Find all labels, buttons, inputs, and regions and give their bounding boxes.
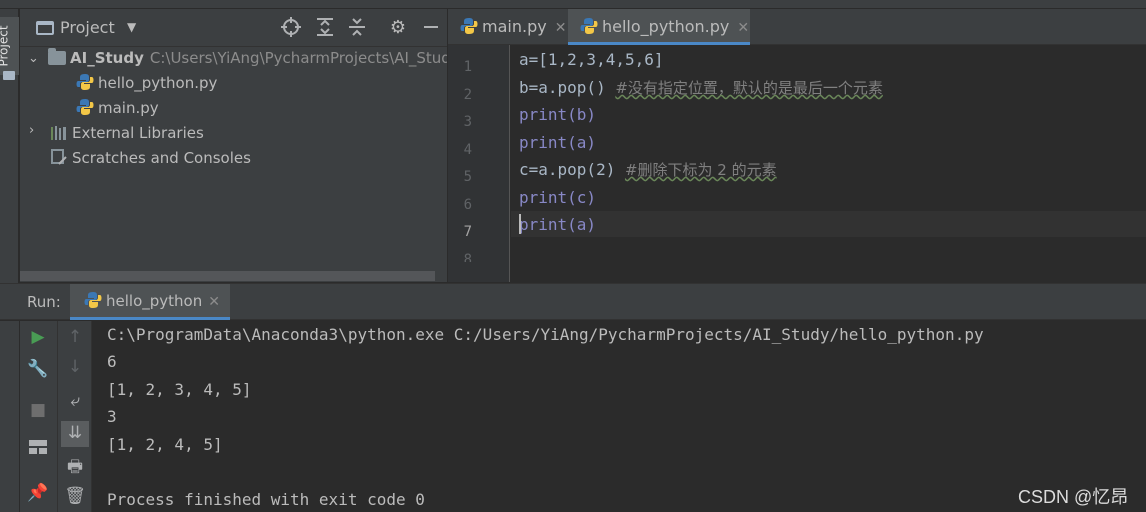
line-number: 7	[463, 224, 472, 240]
close-icon[interactable]: ✕	[208, 294, 220, 310]
run-tab-label: hello_python	[106, 292, 203, 310]
tree-file[interactable]: main.py	[76, 96, 159, 120]
run-header: Run: hello_python ✕	[0, 284, 1146, 320]
run-label: Run:	[27, 293, 61, 311]
chevron-down-icon[interactable]: ⌄	[28, 51, 39, 66]
root-folder-path: C:\Users\YiAng\PycharmProjects\AI_Study	[149, 49, 447, 67]
console-line: [1, 2, 3, 4, 5]	[107, 380, 252, 399]
code-text: print(c)	[519, 188, 597, 207]
project-panel: Project ▼ ⚙ ⌄ AI_Study C:\Users\YiAng\Pyc…	[20, 9, 447, 282]
code-line-6[interactable]: print(c)	[519, 185, 596, 211]
line-number: 1	[463, 59, 472, 75]
play-icon[interactable]: ▶	[26, 325, 50, 349]
run-toolbar-secondary: ↑ ↓ ⤶ ⇊ 🖶 🗑	[58, 321, 92, 512]
pin-icon[interactable]: 📌	[26, 481, 50, 505]
python-file-icon	[460, 18, 478, 34]
hide-panel-icon[interactable]	[420, 17, 442, 39]
folder-icon	[3, 71, 15, 80]
editor-area: main.py ✕ hello_python.py ✕ 1 2 3 4 5 6 7 …	[448, 9, 1146, 282]
project-tool-tab-label: Project	[0, 25, 11, 67]
text-caret	[519, 214, 521, 234]
console-line: 3	[107, 407, 117, 426]
arrow-up-icon[interactable]: ↑	[63, 325, 87, 349]
code-text: print(a)	[519, 215, 597, 234]
tree-root-folder[interactable]: AI_Study C:\Users\YiAng\PycharmProjects\A…	[48, 46, 447, 70]
library-icon	[51, 126, 66, 140]
chevron-down-icon[interactable]: ▼	[127, 20, 136, 34]
gear-icon[interactable]: ⚙	[387, 17, 409, 39]
line-number-gutter: 1 2 3 4 5 6 7 8	[448, 45, 510, 282]
expand-all-icon[interactable]	[314, 17, 336, 39]
tab-main-py[interactable]: main.py ✕	[448, 9, 568, 45]
code-line-1[interactable]: a=[1,2,3,4,5,6]	[519, 47, 664, 73]
horizontal-scrollbar[interactable]	[20, 271, 435, 281]
soft-wrap-icon[interactable]: ⤶	[63, 389, 87, 413]
code-comment: #没有指定位置，默认的是最后一个元素	[615, 79, 883, 97]
tab-label: main.py	[482, 17, 547, 36]
locate-icon[interactable]	[280, 17, 302, 39]
console-line: Process finished with exit code 0	[107, 490, 425, 509]
scratches-icon	[51, 149, 67, 165]
run-toolbar-primary: ▶ 🔧 ■ 📌	[20, 321, 58, 512]
line-number: 6	[463, 197, 472, 213]
folder-icon	[48, 48, 66, 65]
run-config-tab[interactable]: hello_python ✕	[70, 284, 230, 320]
python-file-icon	[76, 99, 94, 115]
python-file-icon	[84, 292, 102, 308]
chevron-right-icon[interactable]: ›	[29, 123, 34, 138]
scratches-label: Scratches and Consoles	[72, 149, 251, 167]
tree-file[interactable]: hello_python.py	[76, 71, 217, 95]
code-text: a=[1,2,3,4,5,6]	[519, 50, 664, 69]
wrench-icon[interactable]: 🔧	[26, 357, 50, 381]
line-number: 4	[463, 142, 472, 158]
code-line-7[interactable]: print(a)	[519, 212, 596, 238]
code-comment: #删除下标为 2 的元素	[624, 161, 777, 179]
arrow-down-icon[interactable]: ↓	[63, 355, 87, 379]
code-text: print(b)	[519, 105, 597, 124]
tree-file-label: main.py	[98, 99, 159, 117]
layout-icon[interactable]	[26, 437, 50, 461]
tab-hello-python-py[interactable]: hello_python.py ✕	[568, 9, 750, 45]
editor-tab-bar: main.py ✕ hello_python.py ✕	[448, 9, 1146, 45]
project-window-icon	[36, 21, 54, 35]
close-icon[interactable]: ✕	[737, 20, 749, 36]
code-text: b=a.pop()	[519, 78, 616, 97]
current-line-highlight	[511, 211, 1146, 237]
console-line: [1, 2, 4, 5]	[107, 435, 223, 454]
title-strip	[0, 0, 1146, 9]
watermark: CSDN @忆昂	[1018, 487, 1129, 507]
python-file-icon	[76, 74, 94, 90]
code-line-3[interactable]: print(b)	[519, 102, 596, 128]
project-panel-header: Project ▼ ⚙	[20, 9, 447, 47]
tab-label: hello_python.py	[602, 17, 730, 36]
trash-icon[interactable]: 🗑	[63, 484, 87, 508]
code-line-2[interactable]: b=a.pop() #没有指定位置，默认的是最后一个元素	[519, 75, 883, 101]
tree-scratches[interactable]: Scratches and Consoles	[50, 146, 251, 170]
console-line: 6	[107, 352, 117, 371]
close-icon[interactable]: ✕	[555, 20, 567, 36]
line-number: 5	[463, 169, 472, 185]
left-tool-strip: Project	[0, 9, 19, 289]
line-number: 3	[463, 114, 472, 130]
line-number: 2	[463, 87, 472, 103]
stop-icon[interactable]: ■	[26, 398, 50, 422]
tree-external-libraries[interactable]: External Libraries	[50, 121, 204, 145]
external-libraries-label: External Libraries	[72, 124, 204, 142]
scroll-to-end-icon[interactable]: ⇊	[61, 421, 89, 447]
project-view-selector[interactable]: Project	[60, 18, 115, 37]
run-tool-window: Run: hello_python ✕ ▶ 🔧 ■ 📌 ↑ ↓ ⤶ ⇊ 🖶 🗑 C…	[0, 283, 1146, 512]
console-line: C:\ProgramData\Anaconda3\python.exe C:/U…	[107, 325, 984, 344]
code-text: print(a)	[519, 133, 597, 152]
code-text: c=a.pop(2)	[519, 160, 625, 179]
print-icon[interactable]: 🖶	[63, 455, 87, 479]
run-left-strip	[0, 321, 20, 512]
line-number: 8	[463, 252, 472, 262]
tree-file-label: hello_python.py	[98, 74, 218, 92]
python-file-icon	[580, 18, 598, 34]
code-line-4[interactable]: print(a)	[519, 130, 596, 156]
project-tool-tab[interactable]: Project	[0, 17, 19, 75]
code-line-5[interactable]: c=a.pop(2) #删除下标为 2 的元素	[519, 157, 777, 183]
root-folder-name: AI_Study	[70, 49, 144, 67]
collapse-all-icon[interactable]	[346, 17, 368, 39]
